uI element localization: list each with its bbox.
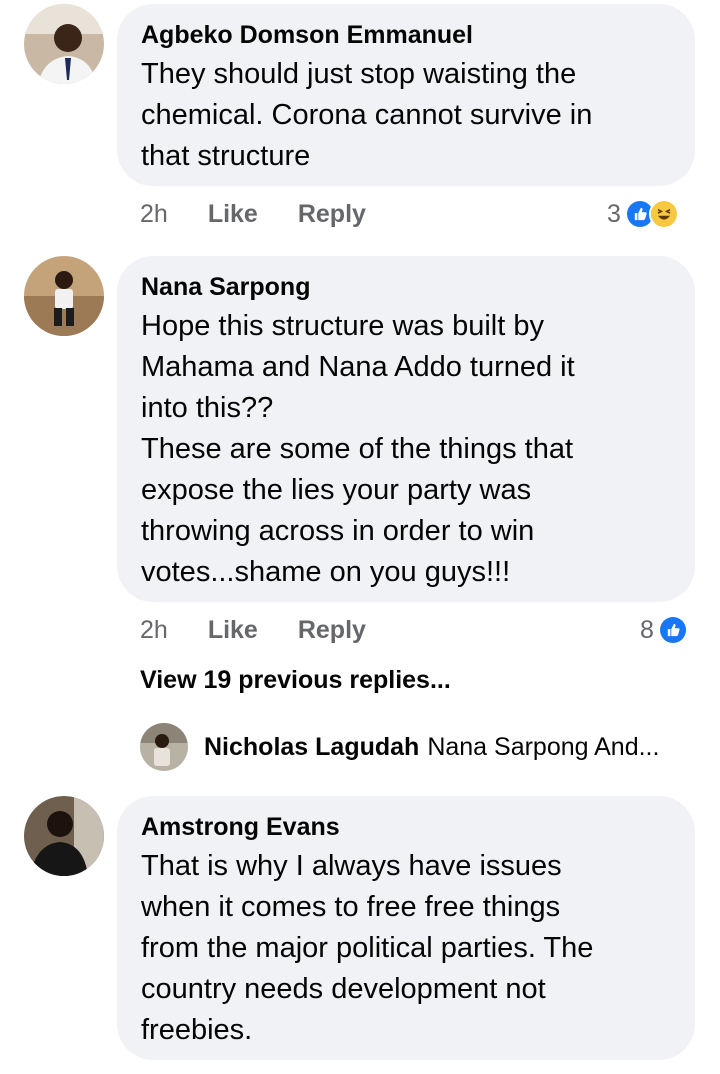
avatar[interactable] bbox=[24, 796, 104, 876]
reply-button[interactable]: Reply bbox=[298, 200, 366, 229]
comment-bubble: Nana Sarpong Hope this structure was bui… bbox=[117, 256, 695, 602]
avatar[interactable] bbox=[140, 723, 188, 771]
avatar-photo bbox=[24, 4, 104, 84]
comment-author[interactable]: Nana Sarpong bbox=[141, 272, 671, 302]
comment-author[interactable]: Amstrong Evans bbox=[141, 812, 671, 842]
like-button[interactable]: Like bbox=[208, 616, 258, 645]
comment-actions: 2h Like Reply bbox=[140, 196, 366, 232]
reply-snippet: Nana Sarpong And... bbox=[427, 732, 660, 761]
reaction-summary[interactable]: 8 bbox=[640, 612, 688, 648]
comment-time[interactable]: 2h bbox=[140, 616, 168, 645]
view-previous-replies-link[interactable]: View 19 previous replies... bbox=[140, 666, 451, 695]
comment-text: That is why I always have issues when it… bbox=[141, 850, 594, 1046]
avatar-photo bbox=[24, 796, 104, 876]
avatar[interactable] bbox=[24, 4, 104, 84]
comment-bubble: Agbeko Domson Emmanuel They should just … bbox=[117, 4, 695, 186]
comment-actions: 2h Like Reply bbox=[140, 612, 366, 648]
avatar[interactable] bbox=[24, 256, 104, 336]
reaction-count: 8 bbox=[640, 615, 654, 644]
comment-text: They should just stop waisting the chemi… bbox=[141, 58, 593, 172]
avatar-photo bbox=[140, 723, 188, 771]
reaction-summary[interactable]: 3 bbox=[607, 196, 679, 232]
like-button[interactable]: Like bbox=[208, 200, 258, 229]
reply-preview[interactable]: Nicholas Lagudah Nana Sarpong And... bbox=[140, 722, 659, 772]
reaction-count: 3 bbox=[607, 199, 621, 228]
comment-author[interactable]: Agbeko Domson Emmanuel bbox=[141, 20, 671, 50]
like-icon bbox=[657, 615, 688, 645]
comment-time[interactable]: 2h bbox=[140, 200, 168, 229]
avatar-photo bbox=[24, 256, 104, 336]
comment-bubble: Amstrong Evans That is why I always have… bbox=[117, 796, 695, 1060]
reply-author[interactable]: Nicholas Lagudah bbox=[204, 733, 419, 762]
comment-text: Hope this structure was built by Mahama … bbox=[141, 310, 575, 588]
haha-icon bbox=[648, 199, 679, 229]
reply-button[interactable]: Reply bbox=[298, 616, 366, 645]
